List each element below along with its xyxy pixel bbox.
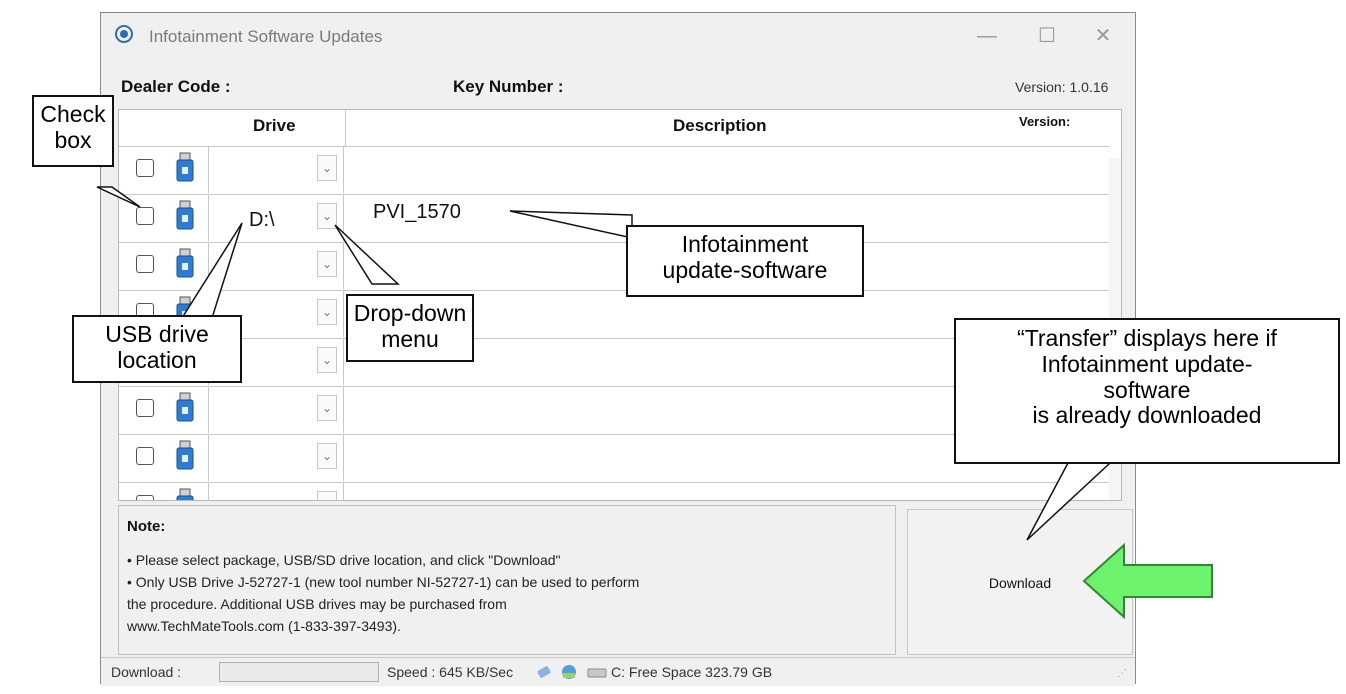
callout-text: update-software — [662, 256, 828, 283]
callout-text: location — [117, 346, 197, 373]
dropdown-pointer — [334, 224, 400, 285]
callout-text: Infotainment — [681, 231, 809, 257]
callout-transfer: “Transfer” displays here if Infotainment… — [954, 318, 1340, 464]
callout-text: Drop-down — [353, 300, 467, 326]
callout-text: menu — [381, 325, 439, 352]
callout-usb-drive-location: USB drive location — [72, 315, 242, 383]
callout-check-box: Check box — [32, 95, 114, 167]
callout-dropdown-menu: Drop-down menu — [346, 294, 474, 362]
callout-update-software: Infotainment update-software — [626, 225, 864, 297]
arrow-left-icon — [1082, 542, 1213, 620]
callout-text: USB drive — [105, 321, 209, 347]
check-box-pointer — [96, 186, 141, 208]
callout-text: Check — [40, 101, 106, 127]
callout-text: is already downloaded — [1032, 402, 1262, 429]
callout-text: Infotainment update- — [1041, 350, 1253, 377]
transfer-pointer — [1026, 462, 1112, 541]
callout-text: “Transfer” displays here if — [1017, 325, 1277, 351]
callout-text: box — [54, 126, 92, 153]
software-pointer — [509, 210, 633, 239]
callout-text: software — [1103, 376, 1191, 403]
usb-drive-pointer — [180, 222, 243, 319]
